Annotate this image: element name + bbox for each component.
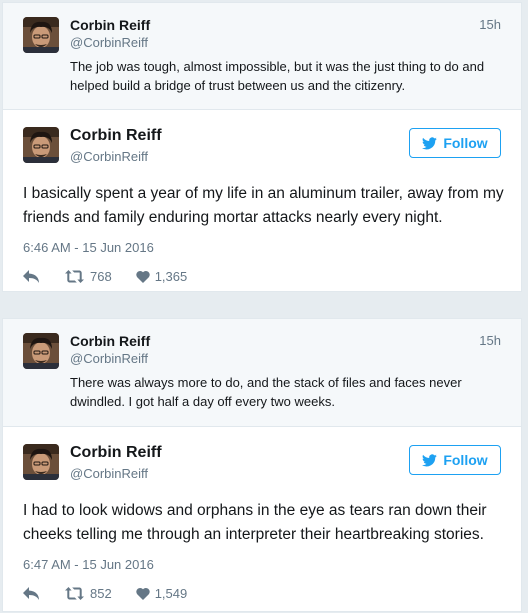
retweet-button[interactable]: 852: [65, 586, 112, 601]
author-name[interactable]: Corbin Reiff: [70, 444, 162, 462]
author-handle[interactable]: @CorbinReiff: [70, 351, 148, 366]
tweet-actions: 852 1,549: [23, 586, 187, 601]
bird-icon: [422, 136, 438, 149]
like-count: 1,365: [154, 269, 188, 284]
heart-icon: [136, 270, 150, 283]
reply-button[interactable]: [23, 270, 39, 283]
tweet-date[interactable]: 6:46 AM - 15 Jun 2016: [23, 240, 154, 255]
heart-icon: [136, 587, 150, 600]
like-count: 1,549: [154, 586, 188, 601]
author-handle[interactable]: @CorbinReiff: [70, 35, 148, 50]
retweet-icon: [65, 270, 84, 283]
parent-tweet-2[interactable]: Corbin Reiff @CorbinReiff 15h There was …: [3, 319, 521, 427]
like-button[interactable]: 1,549: [136, 586, 188, 601]
retweet-count: 852: [90, 586, 112, 601]
timestamp[interactable]: 15h: [479, 17, 501, 32]
main-tweet-2: Corbin Reiff @CorbinReiff Follow I had t…: [3, 427, 521, 611]
parent-tweet-1[interactable]: Corbin Reiff @CorbinReiff 15h The job wa…: [3, 3, 521, 110]
reply-icon: [23, 270, 39, 283]
follow-label: Follow: [443, 452, 488, 468]
avatar[interactable]: [23, 127, 59, 163]
tweet-text: The job was tough, almost impossible, bu…: [70, 59, 485, 93]
avatar[interactable]: [23, 333, 59, 369]
author-handle[interactable]: @CorbinReiff: [70, 149, 148, 164]
author-name[interactable]: Corbin Reiff: [70, 127, 162, 145]
follow-label: Follow: [443, 135, 488, 151]
author-name[interactable]: Corbin Reiff: [70, 333, 150, 349]
tweet-card-1: Corbin Reiff @CorbinReiff 15h The job wa…: [2, 2, 522, 292]
follow-button[interactable]: Follow: [409, 445, 501, 475]
tweet-text: I basically spent a year of my life in a…: [23, 185, 504, 226]
tweet-date[interactable]: 6:47 AM - 15 Jun 2016: [23, 557, 154, 572]
tweet-text: There was always more to do, and the sta…: [70, 375, 462, 409]
retweet-icon: [65, 587, 84, 600]
reply-button[interactable]: [23, 587, 39, 600]
follow-button[interactable]: Follow: [409, 128, 501, 158]
avatar[interactable]: [23, 444, 59, 480]
bird-icon: [422, 453, 438, 466]
tweet-card-2: Corbin Reiff @CorbinReiff 15h There was …: [2, 318, 522, 612]
main-tweet-1: Corbin Reiff @CorbinReiff Follow I basic…: [3, 110, 521, 291]
retweet-button[interactable]: 768: [65, 269, 112, 284]
author-name[interactable]: Corbin Reiff: [70, 17, 150, 33]
author-handle[interactable]: @CorbinReiff: [70, 466, 148, 481]
retweet-count: 768: [90, 269, 112, 284]
tweet-text: I had to look widows and orphans in the …: [23, 502, 487, 543]
timestamp[interactable]: 15h: [479, 333, 501, 348]
like-button[interactable]: 1,365: [136, 269, 188, 284]
avatar[interactable]: [23, 17, 59, 53]
tweet-actions: 768 1,365: [23, 269, 187, 284]
reply-icon: [23, 587, 39, 600]
